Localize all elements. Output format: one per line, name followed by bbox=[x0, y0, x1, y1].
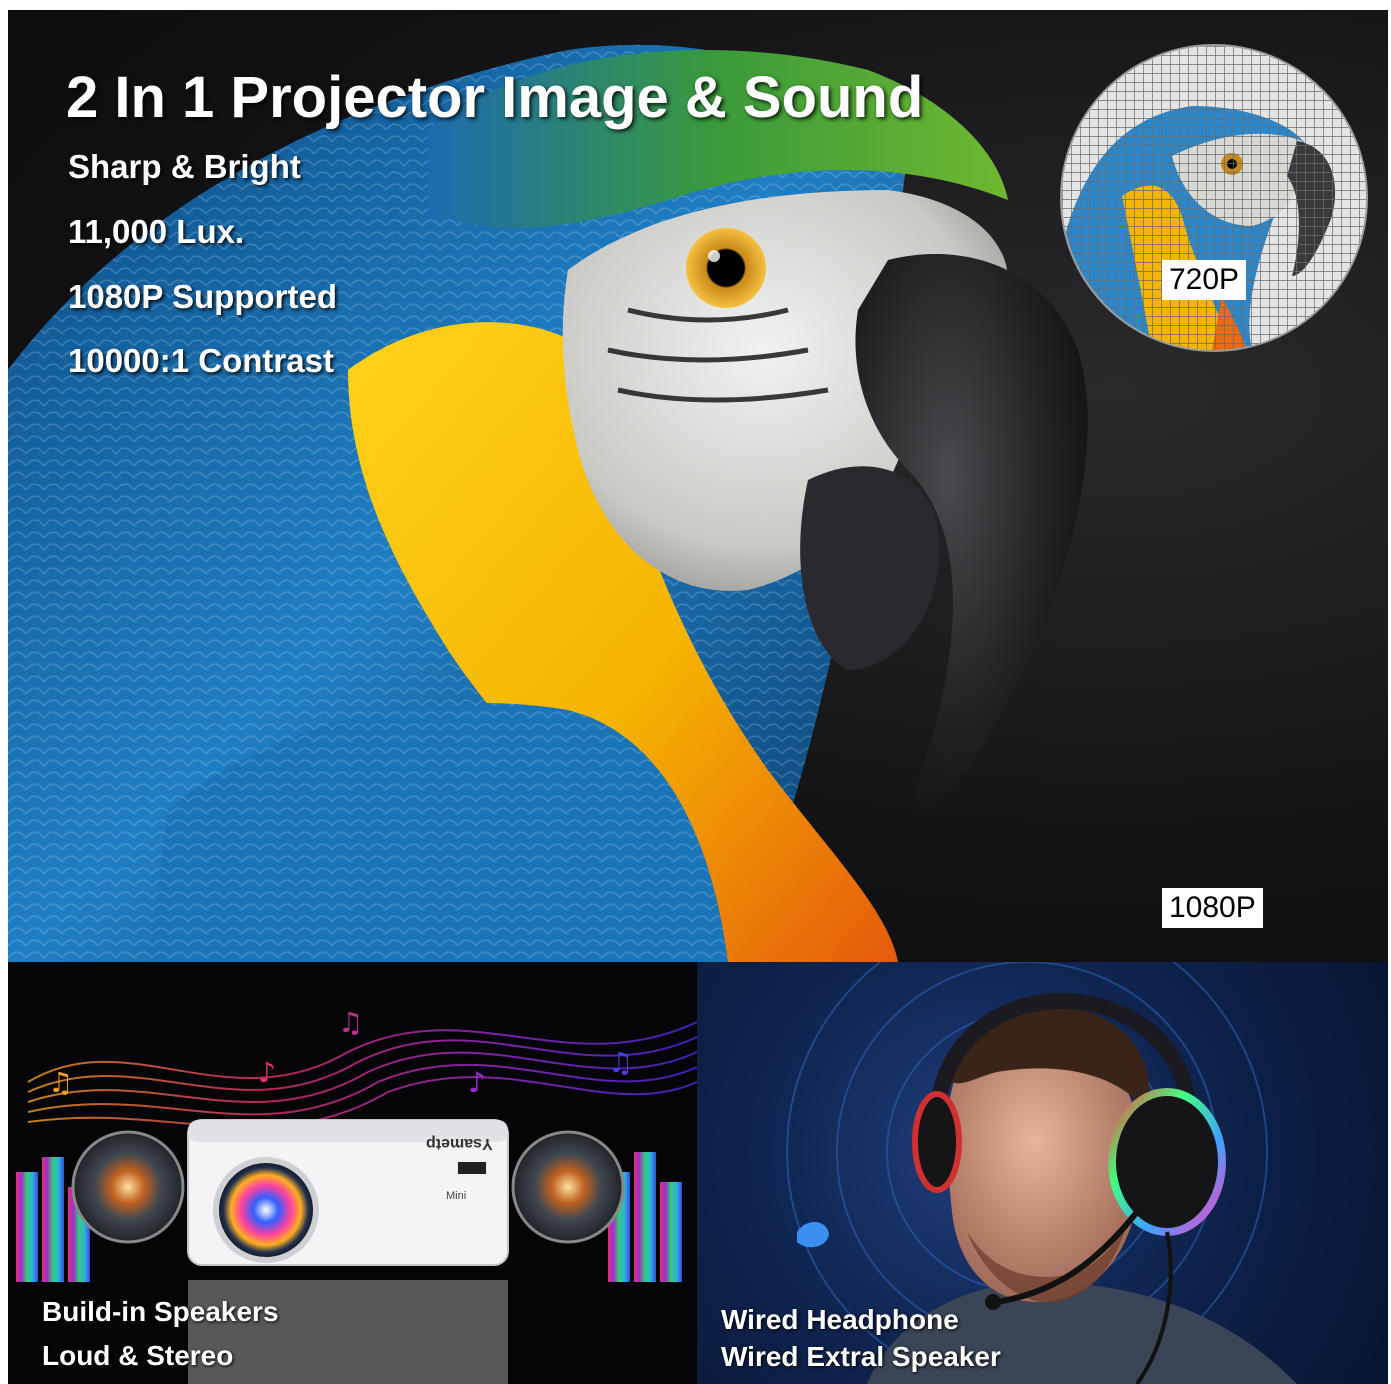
resolution-inset: 720P bbox=[1060, 44, 1368, 352]
speakers-caption-line1: Build-in Speakers bbox=[42, 1296, 279, 1327]
projector-brand: Ysametp bbox=[426, 1135, 493, 1152]
hero-title: 2 In 1 Projector Image & Sound bbox=[66, 65, 924, 130]
feature-lux: 11,000 Lux. bbox=[68, 213, 245, 250]
headphone-panel: Wired Headphone Wired Extral Speaker bbox=[697, 962, 1388, 1384]
svg-text:♫: ♫ bbox=[48, 1066, 73, 1099]
feature-1080p: 1080P Supported bbox=[68, 278, 337, 315]
speakers-caption-line2: Loud & Stereo bbox=[42, 1340, 234, 1371]
feature-contrast: 10000:1 Contrast bbox=[68, 342, 334, 379]
label-1080p: 1080P bbox=[1162, 888, 1263, 928]
svg-text:♫: ♫ bbox=[338, 1006, 363, 1039]
left-speaker-icon bbox=[71, 1130, 185, 1244]
svg-text:♪: ♪ bbox=[258, 1056, 276, 1089]
feature-sharp-bright: Sharp & Bright bbox=[68, 148, 301, 185]
speakers-panel: ♫ ♪ ♫ ♪ ♫ Ysametp Mini Build-in Speakers… bbox=[8, 962, 697, 1384]
right-speaker-icon bbox=[511, 1130, 625, 1244]
pixelated-parrot-image bbox=[1062, 46, 1366, 350]
headphone-caption-line1: Wired Headphone bbox=[721, 1304, 959, 1335]
headphone-caption-line2: Wired Extral Speaker bbox=[721, 1341, 1001, 1372]
bluetooth-icon bbox=[797, 1222, 829, 1248]
projector-model: Mini bbox=[446, 1190, 467, 1202]
label-720p: 720P bbox=[1162, 260, 1247, 300]
svg-text:♪: ♪ bbox=[468, 1066, 486, 1099]
svg-text:♫: ♫ bbox=[608, 1046, 633, 1079]
headphone-earcup-icon bbox=[1108, 1088, 1226, 1236]
hero-panel: 2 In 1 Projector Image & Sound Sharp & B… bbox=[8, 10, 1388, 962]
